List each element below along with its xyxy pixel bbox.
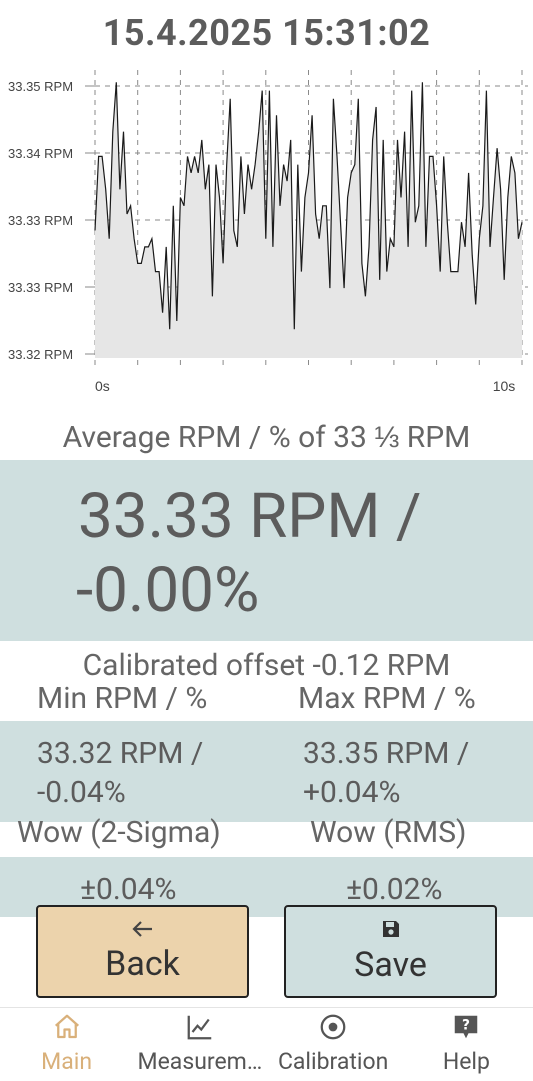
calibrated-offset-label: Calibrated offset -0.12 RPM bbox=[82, 648, 451, 683]
nav-label-main: Main bbox=[41, 1048, 93, 1075]
wow-sigma-label: Wow (2-Sigma) bbox=[17, 815, 221, 850]
average-panel: 33.33 RPM / -0.00% bbox=[0, 460, 533, 641]
min-rpm-value: 33.32 RPM / bbox=[37, 736, 204, 771]
wow-sigma-value: ±0.04% bbox=[80, 872, 177, 907]
max-label: Max RPM / % bbox=[298, 681, 476, 716]
nav-label-calibration: Calibration bbox=[277, 1048, 389, 1075]
rpm-chart: 33.35 RPM 33.34 RPM 33.33 RPM 33.33 RPM 33.3… bbox=[8, 70, 528, 394]
minmax-panel: 33.32 RPM / -0.04% 33.35 RPM / +0.04% bbox=[0, 721, 533, 822]
y-tick-label: 33.32 RPM bbox=[8, 347, 73, 362]
nav-item-calibration[interactable]: Calibration bbox=[267, 1008, 400, 1081]
min-percent-value: -0.04% bbox=[37, 775, 126, 810]
max-percent-value: +0.04% bbox=[303, 775, 401, 810]
x-tick-label: 0s bbox=[95, 378, 110, 394]
wow-rms-value: ±0.02% bbox=[346, 872, 443, 907]
nav-label-measurement: Measurem… bbox=[137, 1048, 263, 1075]
nav-item-measurement[interactable]: Measurem… bbox=[133, 1008, 266, 1081]
max-rpm-value: 33.35 RPM / bbox=[303, 736, 470, 771]
floppy-disk-icon bbox=[381, 919, 401, 943]
average-rpm-value: 33.33 RPM / bbox=[78, 480, 422, 553]
nav-label-help: Help bbox=[442, 1048, 490, 1075]
arrow-left-icon bbox=[131, 920, 154, 942]
y-tick-label: 33.33 RPM bbox=[8, 280, 73, 295]
y-tick-label: 33.35 RPM bbox=[8, 79, 73, 94]
save-button-label: Save bbox=[354, 944, 427, 985]
wow-rms-label: Wow (RMS) bbox=[310, 815, 467, 850]
chart-icon bbox=[185, 1012, 215, 1046]
help-icon: ? bbox=[451, 1012, 481, 1046]
back-button[interactable]: Back bbox=[36, 905, 249, 998]
timestamp-title: 15.4.2025 15:31:02 bbox=[102, 12, 431, 54]
save-button[interactable]: Save bbox=[284, 905, 497, 998]
svg-text:?: ? bbox=[462, 1018, 470, 1034]
home-icon bbox=[52, 1012, 82, 1046]
nav-item-main[interactable]: Main bbox=[0, 1008, 133, 1081]
back-button-label: Back bbox=[105, 943, 180, 984]
nav-item-help[interactable]: ? Help bbox=[400, 1008, 533, 1081]
min-label: Min RPM / % bbox=[37, 681, 208, 716]
bottom-navigation: Main Measurem… Calibration ? Help bbox=[0, 1007, 533, 1081]
x-tick-label: 10s bbox=[493, 378, 516, 394]
average-percent-value: -0.00% bbox=[76, 554, 260, 627]
y-tick-label: 33.33 RPM bbox=[8, 213, 73, 228]
average-label: Average RPM / % of 33 ⅓ RPM bbox=[62, 420, 471, 455]
y-tick-label: 33.34 RPM bbox=[8, 146, 73, 161]
target-icon bbox=[318, 1012, 348, 1046]
